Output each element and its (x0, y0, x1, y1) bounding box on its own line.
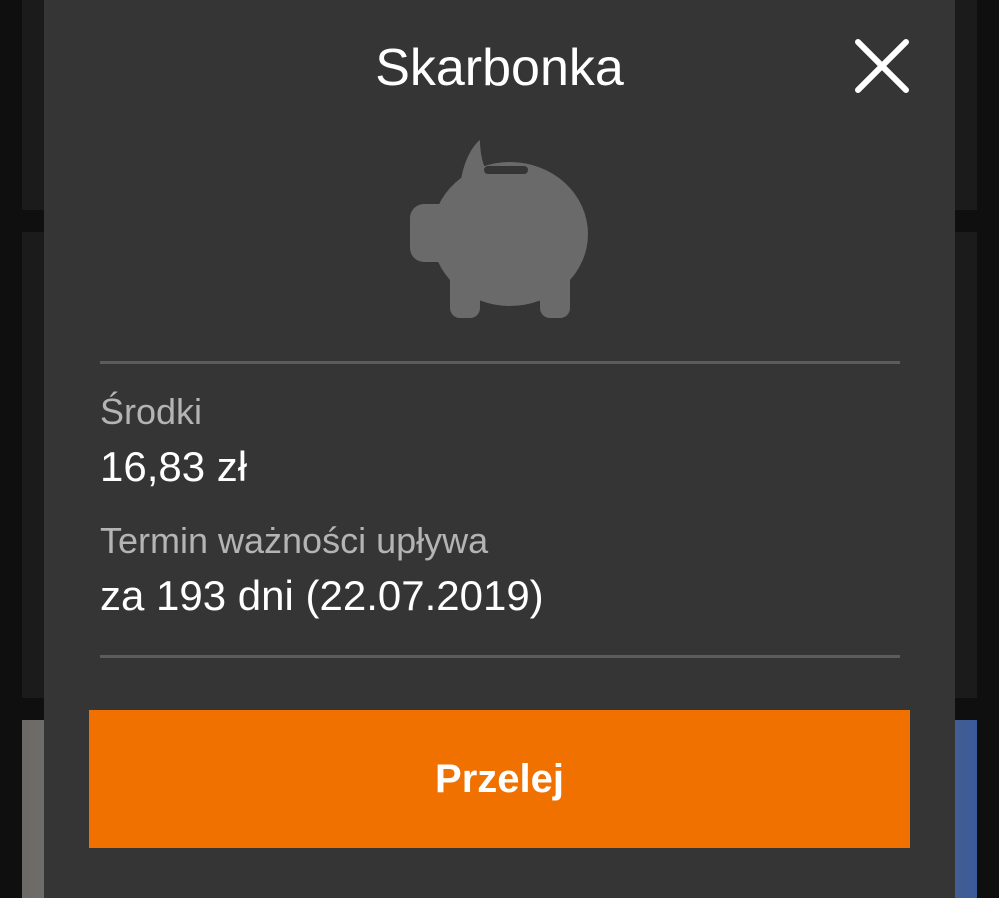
funds-value: 16,83 zł (100, 443, 248, 490)
divider (100, 655, 900, 658)
close-icon (855, 39, 909, 93)
divider (100, 361, 900, 364)
piggy-bank-dialog: Skarbonka Środki 16,83 zł Termin ważnośc… (44, 0, 955, 898)
transfer-button[interactable]: Przelej (89, 710, 910, 848)
expiry-value: za 193 dni (22.07.2019) (100, 572, 544, 619)
close-button[interactable] (852, 36, 912, 96)
funds-label: Środki (100, 391, 203, 432)
piggy-bank-icon (408, 136, 592, 320)
expiry-label: Termin ważności upływa (100, 520, 489, 561)
dialog-title: Skarbonka (375, 39, 624, 97)
